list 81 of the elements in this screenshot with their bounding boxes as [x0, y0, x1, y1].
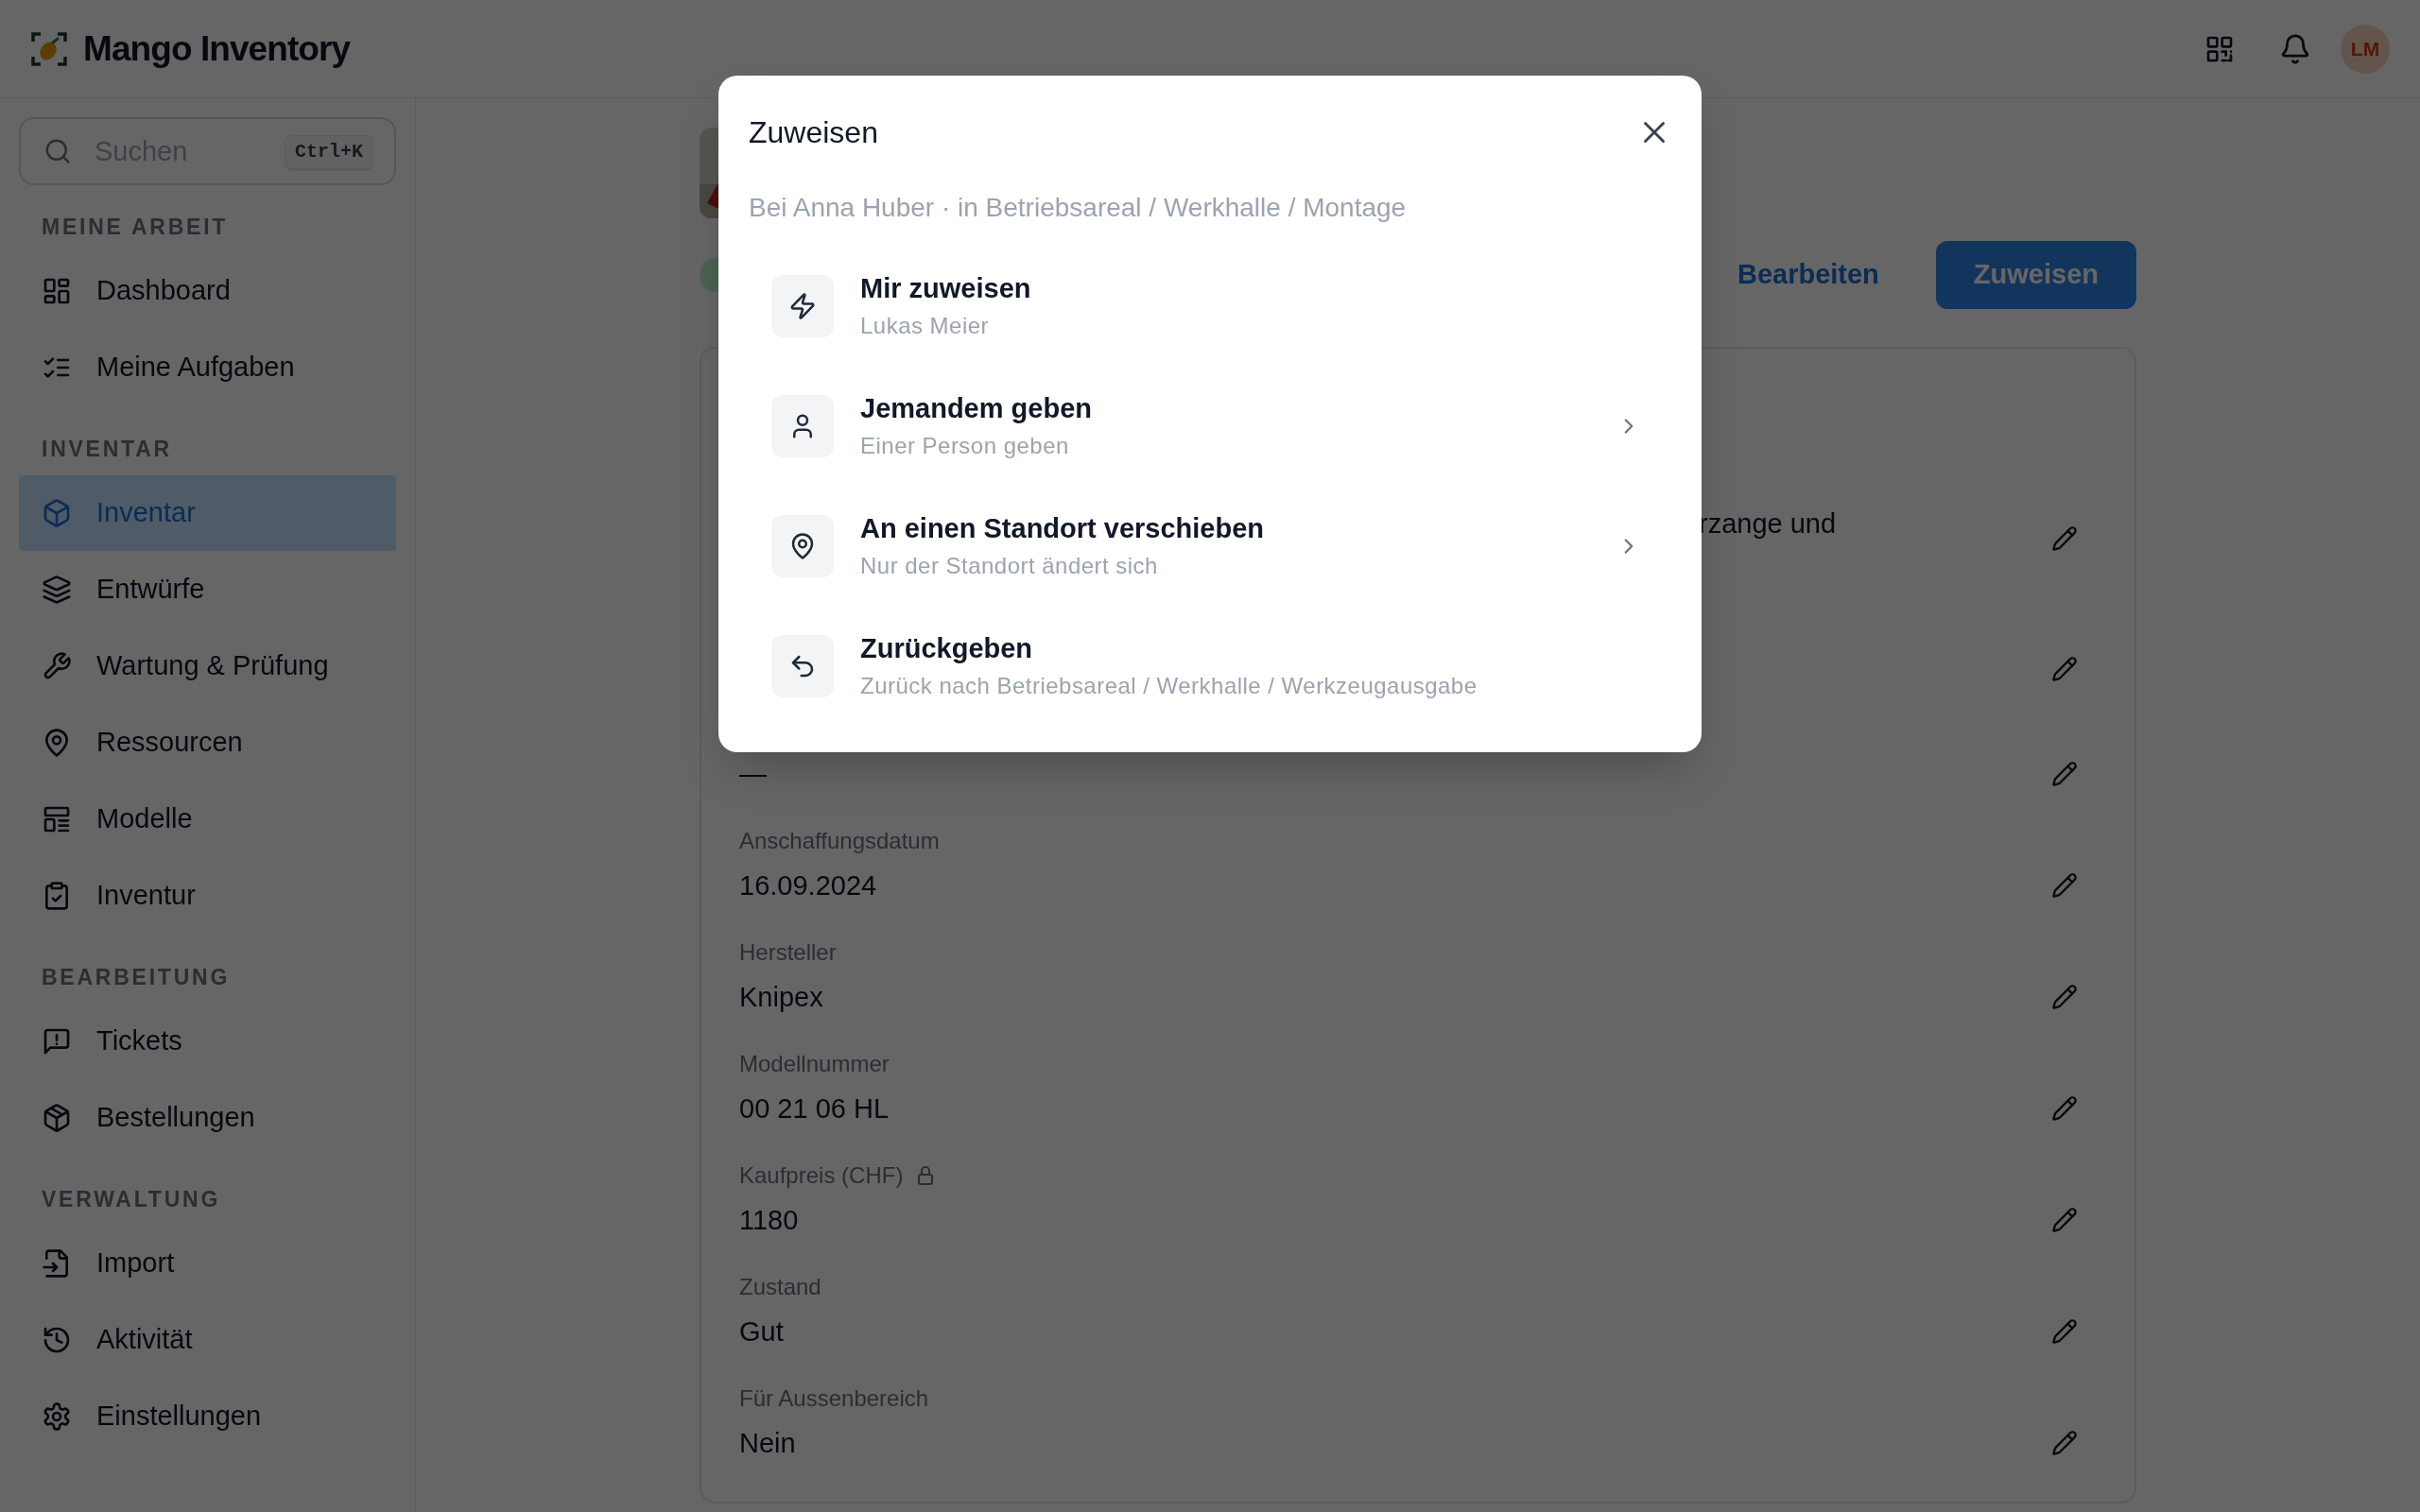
edit-field-button[interactable]	[2051, 984, 2078, 1010]
sidebar-item[interactable]: Ressourcen	[19, 705, 396, 781]
lightning-icon	[788, 291, 817, 320]
package-icon	[42, 1103, 72, 1133]
option-item[interactable]: An einen Standort verschieben Nur der Standort ändert sich	[771, 486, 1649, 606]
option-subtitle: Zurück nach Betriebsareal / Werkhalle / Werkzeugausgabe	[860, 671, 1478, 700]
pencil-icon	[2051, 1430, 2078, 1456]
sidebar-item[interactable]: Import	[19, 1226, 396, 1301]
field-value: —	[739, 758, 767, 791]
edit-field-button[interactable]	[2051, 1095, 2078, 1122]
pencil-icon	[2051, 761, 2078, 787]
field-label: Hersteller	[739, 938, 837, 967]
field-label: Anschaffungsdatum	[739, 827, 940, 855]
search-icon	[43, 137, 72, 165]
section-heading: MEINE ARBEIT	[41, 213, 230, 241]
field-value: rzange und	[1699, 507, 1837, 541]
option-item[interactable]: Mir zuweisen Lukas Meier	[771, 246, 1649, 366]
option-subtitle: Lukas Meier	[860, 311, 989, 340]
settings-icon	[42, 1401, 72, 1432]
option-item[interactable]: Zurückgeben Zurück nach Betriebsareal / Werkhalle / Werkzeugausgabe	[771, 606, 1649, 726]
field-value: Gut	[739, 1315, 784, 1349]
edit-field-button[interactable]	[2051, 525, 2078, 552]
section-heading: BEARBEITUNG	[41, 963, 232, 991]
sidebar-item[interactable]: Modelle	[19, 782, 396, 857]
dialog-subtitle: Bei Anna Huber · in Betriebsareal / Werkhalle / Montage	[749, 192, 1408, 224]
history-icon	[42, 1325, 72, 1355]
field-label: Zustand	[739, 1273, 821, 1301]
shortcut-key: Ctrl+K	[285, 135, 373, 171]
section-heading: INVENTAR	[41, 435, 173, 463]
sidebar-item[interactable]: Wartung & Prüfung	[19, 628, 396, 704]
layers-icon	[42, 575, 72, 605]
sidebar-item[interactable]: Entwürfe	[19, 552, 396, 627]
sidebar-item[interactable]: Inventur	[19, 858, 396, 934]
sidebar-item[interactable]: Einstellungen	[19, 1379, 396, 1454]
wrench-icon	[42, 651, 72, 681]
dashboard-icon	[42, 276, 72, 306]
pencil-icon	[2051, 656, 2078, 682]
pencil-icon	[2051, 1207, 2078, 1233]
layout-icon	[42, 804, 72, 834]
assign-button[interactable]: Zuweisen	[1935, 241, 2136, 309]
edit-field-button[interactable]	[2051, 872, 2078, 899]
pencil-icon	[2051, 1318, 2078, 1345]
edit-field-button[interactable]	[2051, 656, 2078, 682]
edit-field-button[interactable]	[2051, 761, 2078, 787]
option-title: Mir zuweisen	[860, 271, 1031, 304]
edit-field-button[interactable]	[2051, 1430, 2078, 1456]
sidebar-item[interactable]: Inventar	[19, 475, 396, 551]
section-heading: VERWALTUNG	[41, 1185, 222, 1213]
pencil-icon	[2051, 525, 2078, 552]
sidebar-item[interactable]: Tickets	[19, 1004, 396, 1079]
app-title: Mango Inventory	[83, 27, 351, 70]
dialog-title: Zuweisen	[749, 114, 878, 151]
option-title: Jemandem geben	[860, 391, 1092, 424]
bell-icon	[2279, 32, 2311, 65]
sidebar-item[interactable]: Dashboard	[19, 253, 396, 329]
message-alert-icon	[42, 1026, 72, 1057]
edit-button[interactable]: Bearbeiten	[1718, 241, 1898, 309]
cube-icon	[42, 498, 72, 528]
pencil-icon	[2051, 984, 2078, 1010]
sidebar-item[interactable]: Meine Aufgaben	[19, 330, 396, 405]
option-title: An einen Standort verschieben	[860, 511, 1265, 544]
edit-field-button[interactable]	[2051, 1318, 2078, 1345]
option-item[interactable]: Jemandem geben Einer Person geben	[771, 366, 1649, 486]
field-value: 1180	[739, 1204, 799, 1237]
option-subtitle: Nur der Standort ändert sich	[860, 551, 1158, 580]
field-value: Knipex	[739, 981, 823, 1014]
logo-icon	[30, 29, 68, 68]
pencil-icon	[2051, 1095, 2078, 1122]
sidebar-item[interactable]: Bestellungen	[19, 1080, 396, 1156]
option-subtitle: Einer Person geben	[860, 431, 1069, 460]
option-title: Zurückgeben	[860, 631, 1033, 664]
field-value: 16.09.2024	[739, 869, 877, 902]
field-label: Für Aussenbereich	[739, 1384, 929, 1413]
field-value: Nein	[739, 1427, 796, 1460]
user-avatar[interactable]: LM	[2341, 24, 2390, 74]
field-label: Modellnummer	[739, 1050, 890, 1078]
edit-field-button[interactable]	[2051, 1207, 2078, 1233]
sidebar-item[interactable]: Aktivität	[19, 1302, 396, 1378]
pencil-icon	[2051, 872, 2078, 899]
field-value: 00 21 06 HL	[739, 1092, 889, 1125]
field-label: Kaufpreis (CHF)	[739, 1161, 904, 1190]
